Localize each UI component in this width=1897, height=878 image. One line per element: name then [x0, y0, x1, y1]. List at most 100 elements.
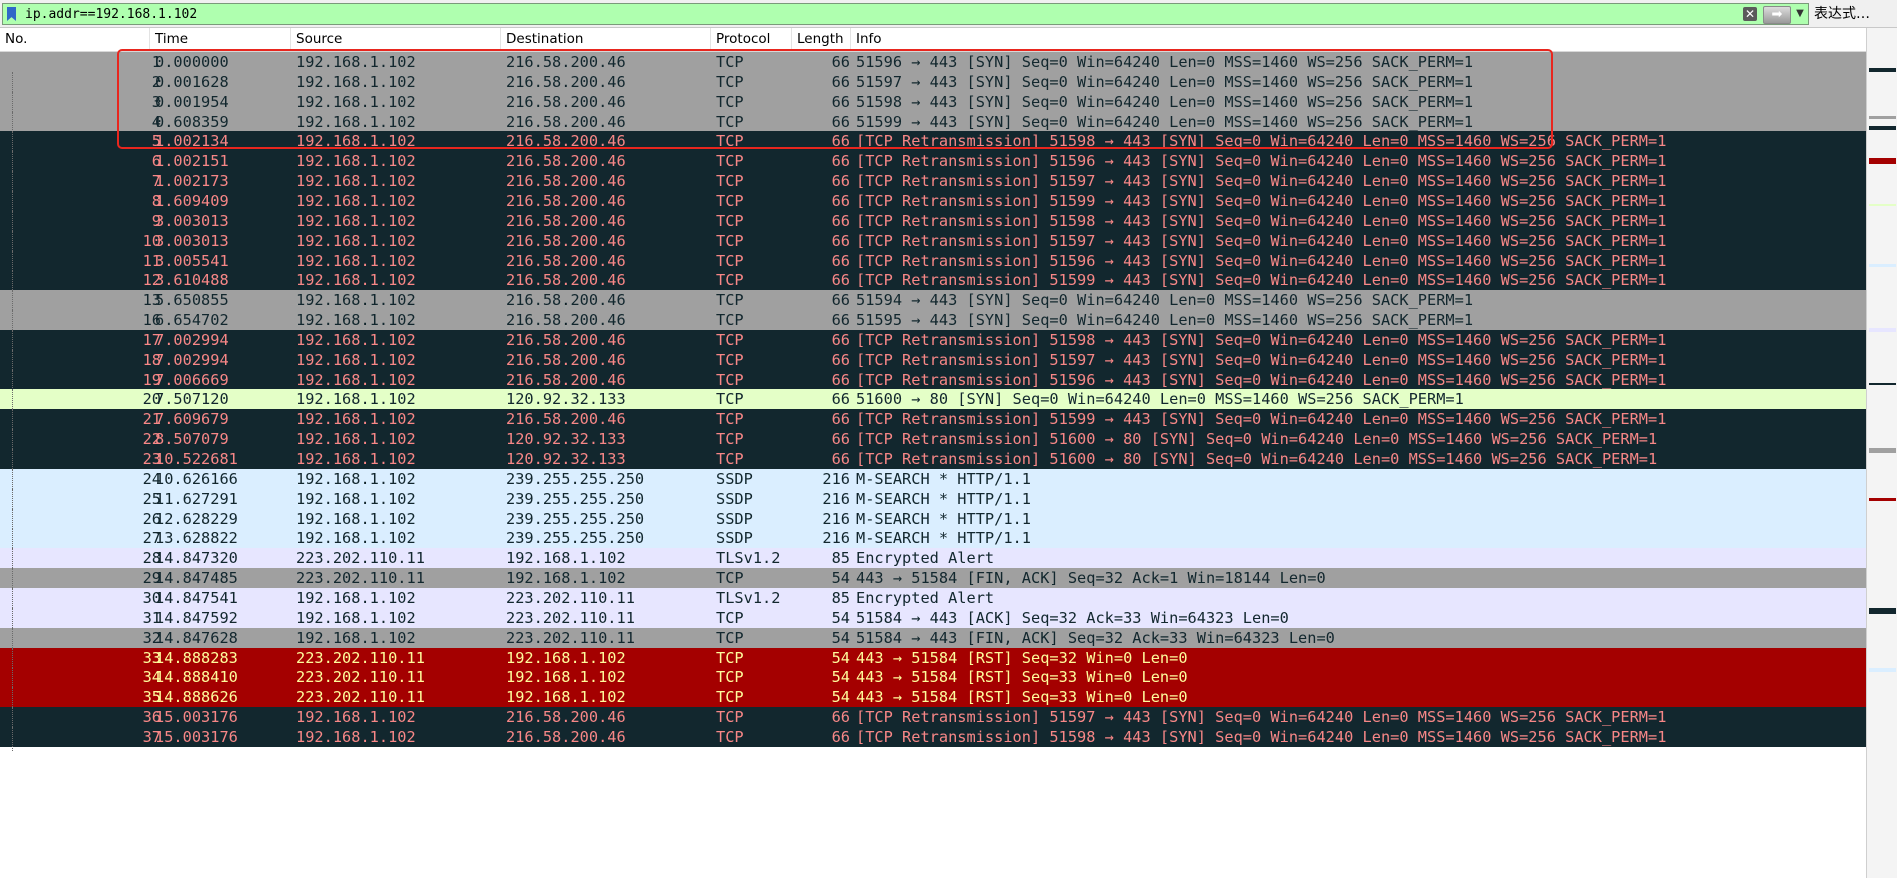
- packet-row[interactable]: 26 12.628229 192.168.1.102 239.255.255.250 S…: [0, 508, 1866, 533]
- packet-length: 54: [831, 668, 850, 687]
- packet-map-stripe: [1869, 668, 1896, 672]
- display-filter-input[interactable]: [25, 5, 1725, 23]
- packet-map-scrollbar[interactable]: [1866, 28, 1897, 878]
- packet-row[interactable]: 37 15.003176 192.168.1.102 216.58.200.46 TCP…: [0, 726, 1866, 751]
- packet-row[interactable]: 6 1.002151 192.168.1.102 216.58.200.46 TCP 66…: [0, 151, 1866, 176]
- column-header-info[interactable]: Info: [851, 28, 1866, 51]
- packet-row[interactable]: 30 14.847541 192.168.1.102 223.202.110.11 TL…: [0, 587, 1866, 612]
- packet-row[interactable]: 10 3.003013 192.168.1.102 216.58.200.46 TCP 6…: [0, 230, 1866, 255]
- packet-row[interactable]: 13 5.650855 192.168.1.102 216.58.200.46 TCP 6…: [0, 290, 1866, 315]
- packet-destination: 216.58.200.46: [506, 311, 626, 330]
- packet-time: 13.628822: [155, 529, 238, 548]
- packet-length: 66: [831, 350, 850, 369]
- packet-row[interactable]: 12 3.610488 192.168.1.102 216.58.200.46 TCP 6…: [0, 270, 1866, 295]
- packet-length: 54: [831, 688, 850, 707]
- column-header-length[interactable]: Length: [792, 28, 851, 51]
- packet-row[interactable]: 16 6.654702 192.168.1.102 216.58.200.46 TCP 6…: [0, 310, 1866, 335]
- packet-row[interactable]: 27 13.628822 192.168.1.102 239.255.255.250 S…: [0, 528, 1866, 553]
- packet-row[interactable]: 22 8.507079 192.168.1.102 120.92.32.133 TCP 6…: [0, 429, 1866, 454]
- packet-row[interactable]: 19 7.006669 192.168.1.102 216.58.200.46 TCP 6…: [0, 369, 1866, 394]
- packet-length: 66: [831, 231, 850, 250]
- packet-protocol: TCP: [716, 231, 744, 250]
- packet-row[interactable]: 17 7.002994 192.168.1.102 216.58.200.46 TCP 6…: [0, 329, 1866, 354]
- packet-map-stripe: [1869, 328, 1896, 332]
- packet-source: 192.168.1.102: [296, 430, 416, 449]
- expression-button[interactable]: 表达式…: [1814, 4, 1894, 24]
- packet-row[interactable]: 18 7.002994 192.168.1.102 216.58.200.46 TCP 6…: [0, 349, 1866, 374]
- packet-source: 192.168.1.102: [296, 370, 416, 389]
- display-filter-field[interactable]: ✕ ➡ ▼: [2, 3, 1809, 25]
- packet-destination: 223.202.110.11: [506, 608, 635, 627]
- packet-length: 66: [831, 92, 850, 111]
- packet-row[interactable]: 23 10.522681 192.168.1.102 120.92.32.133 TCP…: [0, 449, 1866, 473]
- packet-length: 85: [831, 549, 850, 568]
- packet-destination: 216.58.200.46: [506, 152, 626, 171]
- column-header-protocol[interactable]: Protocol: [711, 28, 792, 51]
- packet-destination: 216.58.200.46: [506, 112, 626, 131]
- packet-info: 51594 → 443 [SYN] Seq=0 Win=64240 Len=0 …: [856, 291, 1474, 310]
- packet-protocol: TCP: [716, 668, 744, 687]
- chevron-down-icon[interactable]: ▼: [1793, 6, 1807, 22]
- column-header-destination[interactable]: Destination: [501, 28, 711, 51]
- display-filter-toolbar: ✕ ➡ ▼ 表达式…: [0, 0, 1897, 28]
- packet-row[interactable]: 1 0.000000 192.168.1.102 216.58.200.46 TCP 66…: [0, 52, 1866, 72]
- packet-row[interactable]: 33 14.888283 223.202.110.11 192.168.1.102 TC…: [0, 647, 1866, 672]
- packet-row[interactable]: 24 10.626166 192.168.1.102 239.255.255.250 S…: [0, 468, 1866, 493]
- packet-destination: 216.58.200.46: [506, 708, 626, 727]
- packet-row[interactable]: 35 14.888626 223.202.110.11 192.168.1.102 TC…: [0, 687, 1866, 712]
- bookmark-icon[interactable]: [7, 7, 16, 21]
- packet-info: [TCP Retransmission] 51599 → 443 [SYN] S…: [856, 191, 1667, 210]
- column-header-source[interactable]: Source: [291, 28, 501, 51]
- packet-length: 66: [831, 410, 850, 429]
- packet-length: 66: [831, 370, 850, 389]
- packet-row[interactable]: 29 14.847485 223.202.110.11 192.168.1.102 TC…: [0, 568, 1866, 593]
- packet-source: 223.202.110.11: [296, 688, 425, 707]
- packet-destination: 216.58.200.46: [506, 410, 626, 429]
- packet-row[interactable]: 4 0.608359 192.168.1.102 216.58.200.46 TCP 66…: [0, 111, 1866, 136]
- packet-info: [TCP Retransmission] 51598 → 443 [SYN] S…: [856, 211, 1667, 230]
- packet-row[interactable]: 32 14.847628 192.168.1.102 223.202.110.11 TC…: [0, 627, 1866, 652]
- packet-time: 7.507120: [155, 390, 229, 409]
- packet-protocol: TCP: [716, 291, 744, 310]
- packet-info: 51600 → 80 [SYN] Seq=0 Win=64240 Len=0 M…: [856, 390, 1464, 409]
- packet-list[interactable]: 1 0.000000 192.168.1.102 216.58.200.46 TCP 66…: [0, 52, 1866, 878]
- column-header-time[interactable]: Time: [150, 28, 291, 51]
- packet-destination: 216.58.200.46: [506, 727, 626, 746]
- packet-row[interactable]: 11 3.005541 192.168.1.102 216.58.200.46 TCP 6…: [0, 250, 1866, 275]
- packet-time: 8.507079: [155, 430, 229, 449]
- clear-x-icon[interactable]: ✕: [1743, 7, 1757, 21]
- packet-source: 223.202.110.11: [296, 569, 425, 588]
- packet-time: 3.003013: [155, 231, 229, 250]
- packet-row[interactable]: 9 3.003013 192.168.1.102 216.58.200.46 TCP 66…: [0, 210, 1866, 235]
- packet-row[interactable]: 21 7.609679 192.168.1.102 216.58.200.46 TCP 6…: [0, 409, 1866, 434]
- packet-list-header: No. Time Source Destination Protocol Len…: [0, 28, 1866, 52]
- packet-info: 51584 → 443 [FIN, ACK] Seq=32 Ack=33 Win…: [856, 628, 1335, 647]
- packet-length: 54: [831, 648, 850, 667]
- column-header-no[interactable]: No.: [0, 28, 150, 51]
- packet-row[interactable]: 28 14.847320 223.202.110.11 192.168.1.102 TL…: [0, 548, 1866, 573]
- packet-row[interactable]: 20 7.507120 192.168.1.102 120.92.32.133 TCP 6…: [0, 389, 1866, 414]
- packet-row[interactable]: 3 0.001954 192.168.1.102 216.58.200.46 TCP 66…: [0, 91, 1866, 116]
- packet-info: [TCP Retransmission] 51600 → 80 [SYN] Se…: [856, 450, 1658, 468]
- packet-row[interactable]: 36 15.003176 192.168.1.102 216.58.200.46 TCP…: [0, 707, 1866, 732]
- packet-row[interactable]: 8 1.609409 192.168.1.102 216.58.200.46 TCP 66…: [0, 190, 1866, 215]
- packet-protocol: TLSv1.2: [716, 588, 781, 607]
- packet-time: 10.626166: [155, 469, 238, 488]
- packet-info: M-SEARCH * HTTP/1.1: [856, 529, 1031, 548]
- apply-arrow-icon[interactable]: ➡: [1763, 6, 1791, 24]
- packet-row[interactable]: 5 1.002134 192.168.1.102 216.58.200.46 TCP 66…: [0, 131, 1866, 156]
- packet-row[interactable]: 7 1.002173 192.168.1.102 216.58.200.46 TCP 66…: [0, 171, 1866, 196]
- packet-map-stripe: [1869, 608, 1896, 614]
- packet-destination: 192.168.1.102: [506, 549, 626, 568]
- packet-protocol: TCP: [716, 132, 744, 151]
- packet-row[interactable]: 31 14.847592 192.168.1.102 223.202.110.11 TC…: [0, 607, 1866, 632]
- packet-length: 54: [831, 569, 850, 588]
- packet-source: 223.202.110.11: [296, 549, 425, 568]
- packet-time: 11.627291: [155, 489, 238, 508]
- packet-map-stripe: [1869, 116, 1896, 119]
- packet-map-stripe: [1869, 126, 1896, 130]
- packet-row[interactable]: 34 14.888410 223.202.110.11 192.168.1.102 TC…: [0, 667, 1866, 692]
- packet-row[interactable]: 25 11.627291 192.168.1.102 239.255.255.250 S…: [0, 488, 1866, 513]
- packet-row[interactable]: 2 0.001628 192.168.1.102 216.58.200.46 TCP 66…: [0, 71, 1866, 96]
- packet-destination: 216.58.200.46: [506, 231, 626, 250]
